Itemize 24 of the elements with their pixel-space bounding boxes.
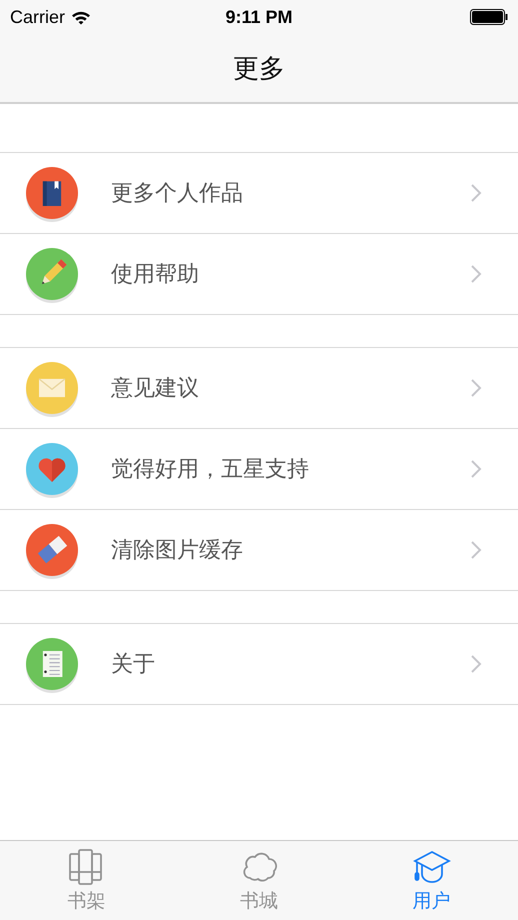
row-label: 关于 bbox=[111, 650, 156, 678]
row-label: 更多个人作品 bbox=[111, 179, 244, 207]
settings-row[interactable]: 意见建议 bbox=[0, 348, 518, 429]
settings-row[interactable]: 使用帮助 bbox=[0, 234, 518, 315]
wifi-icon bbox=[71, 10, 92, 24]
settings-row[interactable]: 觉得好用，五星支持 bbox=[0, 429, 518, 510]
carrier-label: Carrier bbox=[10, 6, 66, 28]
row-label: 意见建议 bbox=[111, 374, 200, 402]
settings-row[interactable]: 关于 bbox=[0, 624, 518, 705]
chevron-icon bbox=[470, 540, 482, 560]
row-label: 觉得好用，五星支持 bbox=[111, 455, 310, 483]
settings-row[interactable]: 更多个人作品 bbox=[0, 153, 518, 234]
chevron-icon bbox=[470, 459, 482, 479]
row-label: 使用帮助 bbox=[111, 260, 200, 288]
chevron-icon bbox=[470, 378, 482, 398]
row-label: 清除图片缓存 bbox=[111, 536, 244, 564]
settings-row[interactable]: 清除图片缓存 bbox=[0, 510, 518, 591]
status-time: 9:11 PM bbox=[225, 6, 293, 28]
chevron-icon bbox=[470, 183, 482, 203]
chevron-icon bbox=[470, 264, 482, 284]
chevron-icon bbox=[470, 654, 482, 674]
tab-item[interactable]: 用户 bbox=[345, 841, 518, 920]
battery-icon bbox=[470, 9, 508, 25]
page-title: 更多 bbox=[233, 52, 285, 84]
